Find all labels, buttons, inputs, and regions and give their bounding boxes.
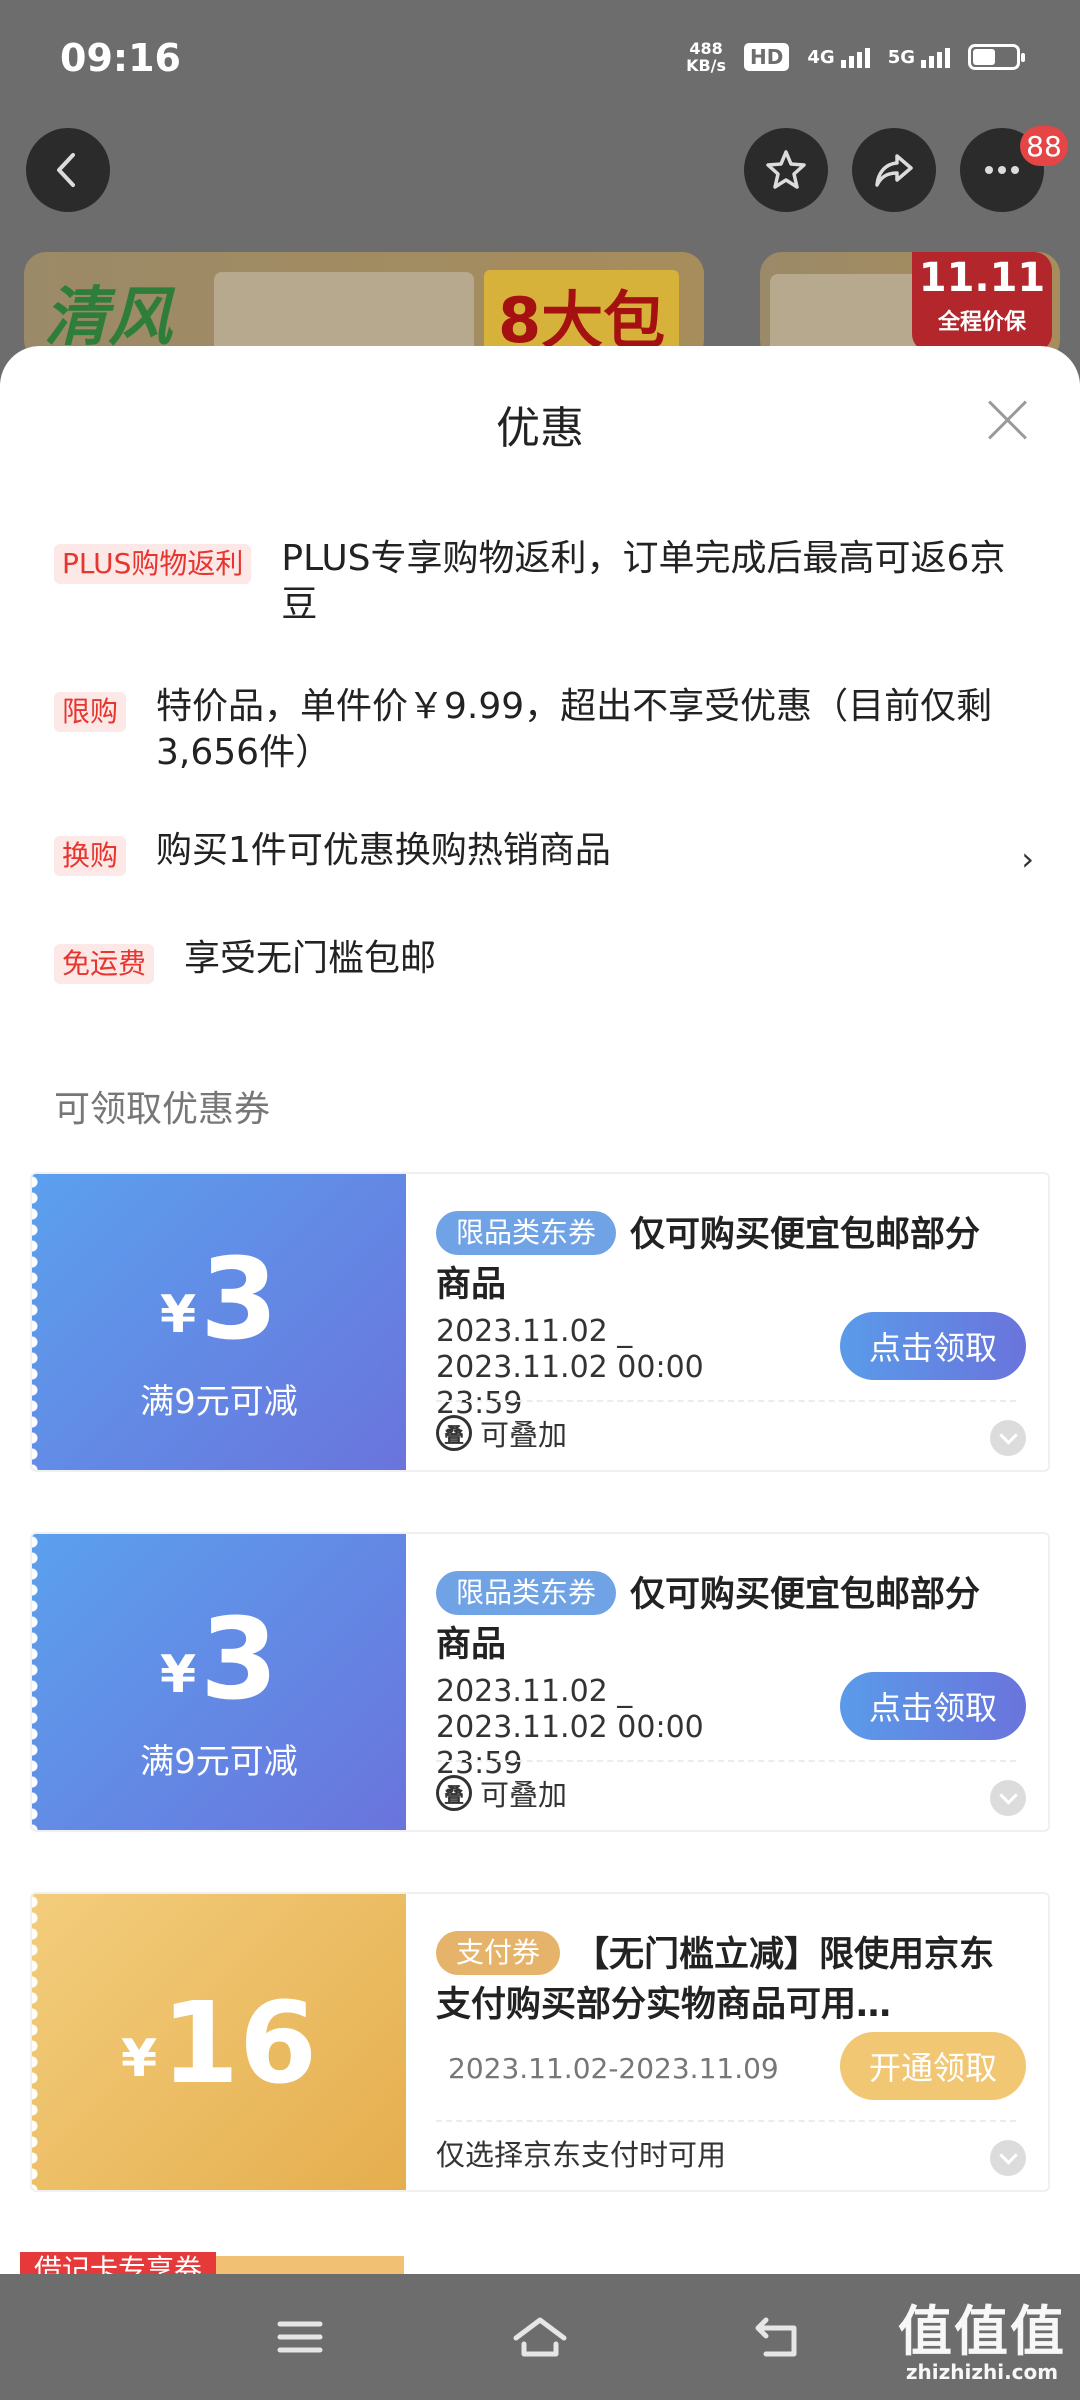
expand-chevron-icon[interactable] xyxy=(990,1780,1026,1816)
coupon-type-badge: 限品类东券 xyxy=(436,1571,617,1615)
coupon-footnote-text: 可叠加 xyxy=(480,1418,568,1452)
battery-icon xyxy=(968,44,1025,70)
share-icon xyxy=(875,154,913,187)
coupon-value-panel: ¥3 满9元可减 xyxy=(32,1534,406,1830)
promo-row-limit: 限购 特价品，单件价￥9.99，超出不享受优惠（目前仅剩3,656件） xyxy=(54,684,1034,776)
menu-icon xyxy=(277,2321,323,2353)
site-watermark: 值值值 zhizhizhi.com xyxy=(898,2300,1066,2385)
coupon-info: 支付券 【无门槛立减】限使用京东支付购买部分实物商品可用… 2023.11.02-… xyxy=(436,1894,1032,2190)
coupon-amount-value: 16 xyxy=(161,1979,318,2109)
coupon-title: 限品类东券 仅可购买便宜包邮部分商品 xyxy=(436,1570,1012,1670)
coupon-card: ¥3 满9元可减 限品类东券 仅可购买便宜包邮部分商品 2023.11.02 _ … xyxy=(30,1172,1050,1472)
promo-text: PLUS专享购物返利，订单完成后最高可返6京豆 xyxy=(281,538,1006,625)
coupon-divider xyxy=(436,2120,1016,2122)
favorite-button[interactable] xyxy=(744,128,828,212)
coupon-footnote: 仅选择京东支付时可用 xyxy=(436,2132,726,2174)
back-return-icon xyxy=(755,2317,797,2357)
coupon-divider xyxy=(436,1760,1016,1762)
brand-logo: 清风 xyxy=(44,280,172,355)
expand-chevron-icon[interactable] xyxy=(990,2140,1026,2176)
stackable-icon: 叠 xyxy=(436,1775,472,1811)
coupon-type-badge: 支付券 xyxy=(436,1931,561,1975)
chevron-right-icon: › xyxy=(1021,840,1034,878)
home-nav-button[interactable] xyxy=(510,2312,570,2362)
coupon-card: ¥3 满9元可减 限品类东券 仅可购买便宜包邮部分商品 2023.11.02 _ … xyxy=(30,1532,1050,1832)
coupon-card: ¥16 支付券 【无门槛立减】限使用京东支付购买部分实物商品可用… 2023.11… xyxy=(30,1892,1050,2192)
coupon-condition: 满9元可减 xyxy=(140,1382,298,1422)
coupon-amount-value: 3 xyxy=(200,1235,279,1365)
coupon-footnote: 叠 可叠加 xyxy=(436,1772,567,1814)
sheet-title: 优惠 xyxy=(496,403,584,454)
coupon-corner-tag: 借记卡专享券 xyxy=(20,2252,217,2274)
status-icons: 488 KB/s HD 4G 5G xyxy=(686,40,1025,74)
signal-4g-icon: 4G xyxy=(807,46,870,68)
star-icon xyxy=(766,150,806,189)
promo-row-plus-rebate: PLUS购物返利 PLUS专享购物返利，订单完成后最高可返6京豆 xyxy=(54,536,1034,628)
coupon-info: 限品类东券 仅可购买便宜包邮部分商品 2023.11.02 _ 2023.11.0… xyxy=(436,1534,1032,1830)
back-button[interactable] xyxy=(26,128,110,212)
coupon-validity: 2023.11.02-2023.11.09 xyxy=(448,2052,779,2085)
coupon-condition: 满9元可减 xyxy=(140,1742,298,1782)
system-nav-bar: 值值值 zhizhizhi.com xyxy=(0,2274,1080,2400)
promo-text: 特价品，单件价￥9.99，超出不享受优惠（目前仅剩3,656件） xyxy=(156,686,993,773)
coupon-value-panel: ¥16 xyxy=(32,1894,406,2190)
coupons-section-title: 可领取优惠券 xyxy=(54,1089,271,1130)
coupon-validity: 2023.11.02 _ 2023.11.02 00:00 23:59 xyxy=(436,1674,704,1781)
promo-tag: 换购 xyxy=(54,836,127,876)
coupon-footnote-text: 仅选择京东支付时可用 xyxy=(436,2138,727,2172)
claim-coupon-button[interactable]: 点击领取 xyxy=(840,1672,1026,1740)
home-icon xyxy=(513,2317,567,2357)
status-time: 09:16 xyxy=(60,36,181,80)
claim-coupon-button[interactable]: 点击领取 xyxy=(840,1312,1026,1380)
coupon-amount: ¥3 xyxy=(32,1604,406,1716)
currency-symbol: ¥ xyxy=(120,2029,158,2089)
coupon-title: 支付券 【无门槛立减】限使用京东支付购买部分实物商品可用… xyxy=(436,1930,996,2030)
promo-tag: PLUS购物返利 xyxy=(54,544,252,584)
network-speed-unit: KB/s xyxy=(686,56,727,75)
coupon-info: 限品类东券 仅可购买便宜包邮部分商品 2023.11.02 _ 2023.11.0… xyxy=(436,1174,1032,1470)
menu-nav-button[interactable] xyxy=(270,2312,330,2362)
message-count-badge: 88 xyxy=(1020,126,1068,166)
promo-row-exchange[interactable]: 换购 购买1件可优惠换购热销商品 › xyxy=(54,828,1034,878)
promotions-sheet: 优惠 PLUS购物返利 PLUS专享购物返利，订单完成后最高可返6京豆 限购 特… xyxy=(0,346,1080,2274)
signal-5g-icon: 5G xyxy=(888,47,950,68)
signal-4g-label: 4G xyxy=(807,46,835,68)
promo-tag: 免运费 xyxy=(54,944,155,984)
promo-tag: 限购 xyxy=(54,692,127,732)
promo-row-free-shipping: 免运费 享受无门槛包邮 xyxy=(54,936,1034,984)
coupon-validity: 2023.11.02 _ 2023.11.02 00:00 23:59 xyxy=(436,1314,704,1421)
promo-text: 享受无门槛包邮 xyxy=(184,938,437,979)
double11-label: 11.11 xyxy=(918,255,1046,301)
promo-text: 购买1件可优惠换购热销商品 xyxy=(156,830,611,871)
coupon-amount-value: 3 xyxy=(200,1595,279,1725)
watermark-logo: 值值值 xyxy=(898,2300,1066,2363)
watermark-url: zhizhizhi.com xyxy=(905,2360,1059,2384)
coupon-footnote: 叠 可叠加 xyxy=(436,1412,567,1454)
coupon-value-panel: ¥3 满9元可减 xyxy=(32,1174,406,1470)
more-dots-icon xyxy=(985,166,1019,174)
currency-symbol: ¥ xyxy=(159,1645,197,1705)
currency-symbol: ¥ xyxy=(159,1285,197,1345)
expand-chevron-icon[interactable] xyxy=(990,1420,1026,1456)
back-arrow-icon xyxy=(57,153,75,187)
network-speed: 488 KB/s xyxy=(686,40,726,74)
hd-voice-icon: HD xyxy=(744,43,790,71)
activate-claim-button[interactable]: 开通领取 xyxy=(840,2032,1026,2100)
double11-price-protect-tag: 11.11 全程价保 xyxy=(912,252,1052,352)
share-button[interactable] xyxy=(852,128,936,212)
coupon-title: 限品类东券 仅可购买便宜包邮部分商品 xyxy=(436,1210,1012,1310)
stackable-icon: 叠 xyxy=(436,1415,472,1451)
back-nav-button[interactable] xyxy=(750,2312,810,2362)
coupon-type-badge: 限品类东券 xyxy=(436,1211,617,1255)
coupon-amount: ¥3 xyxy=(32,1244,406,1356)
coupon-footnote-text: 可叠加 xyxy=(480,1778,568,1812)
close-icon[interactable] xyxy=(986,398,1030,442)
price-protect-label: 全程价保 xyxy=(937,310,1026,335)
network-speed-value: 488 xyxy=(689,39,723,58)
coupon-divider xyxy=(436,1400,1016,1402)
status-bar: 09:16 488 KB/s HD 4G 5G xyxy=(0,0,1080,120)
coupon-card-partial: 借记卡专享券 xyxy=(20,2252,1060,2274)
coupon-amount: ¥16 xyxy=(32,1988,406,2100)
signal-5g-label: 5G xyxy=(887,46,915,68)
